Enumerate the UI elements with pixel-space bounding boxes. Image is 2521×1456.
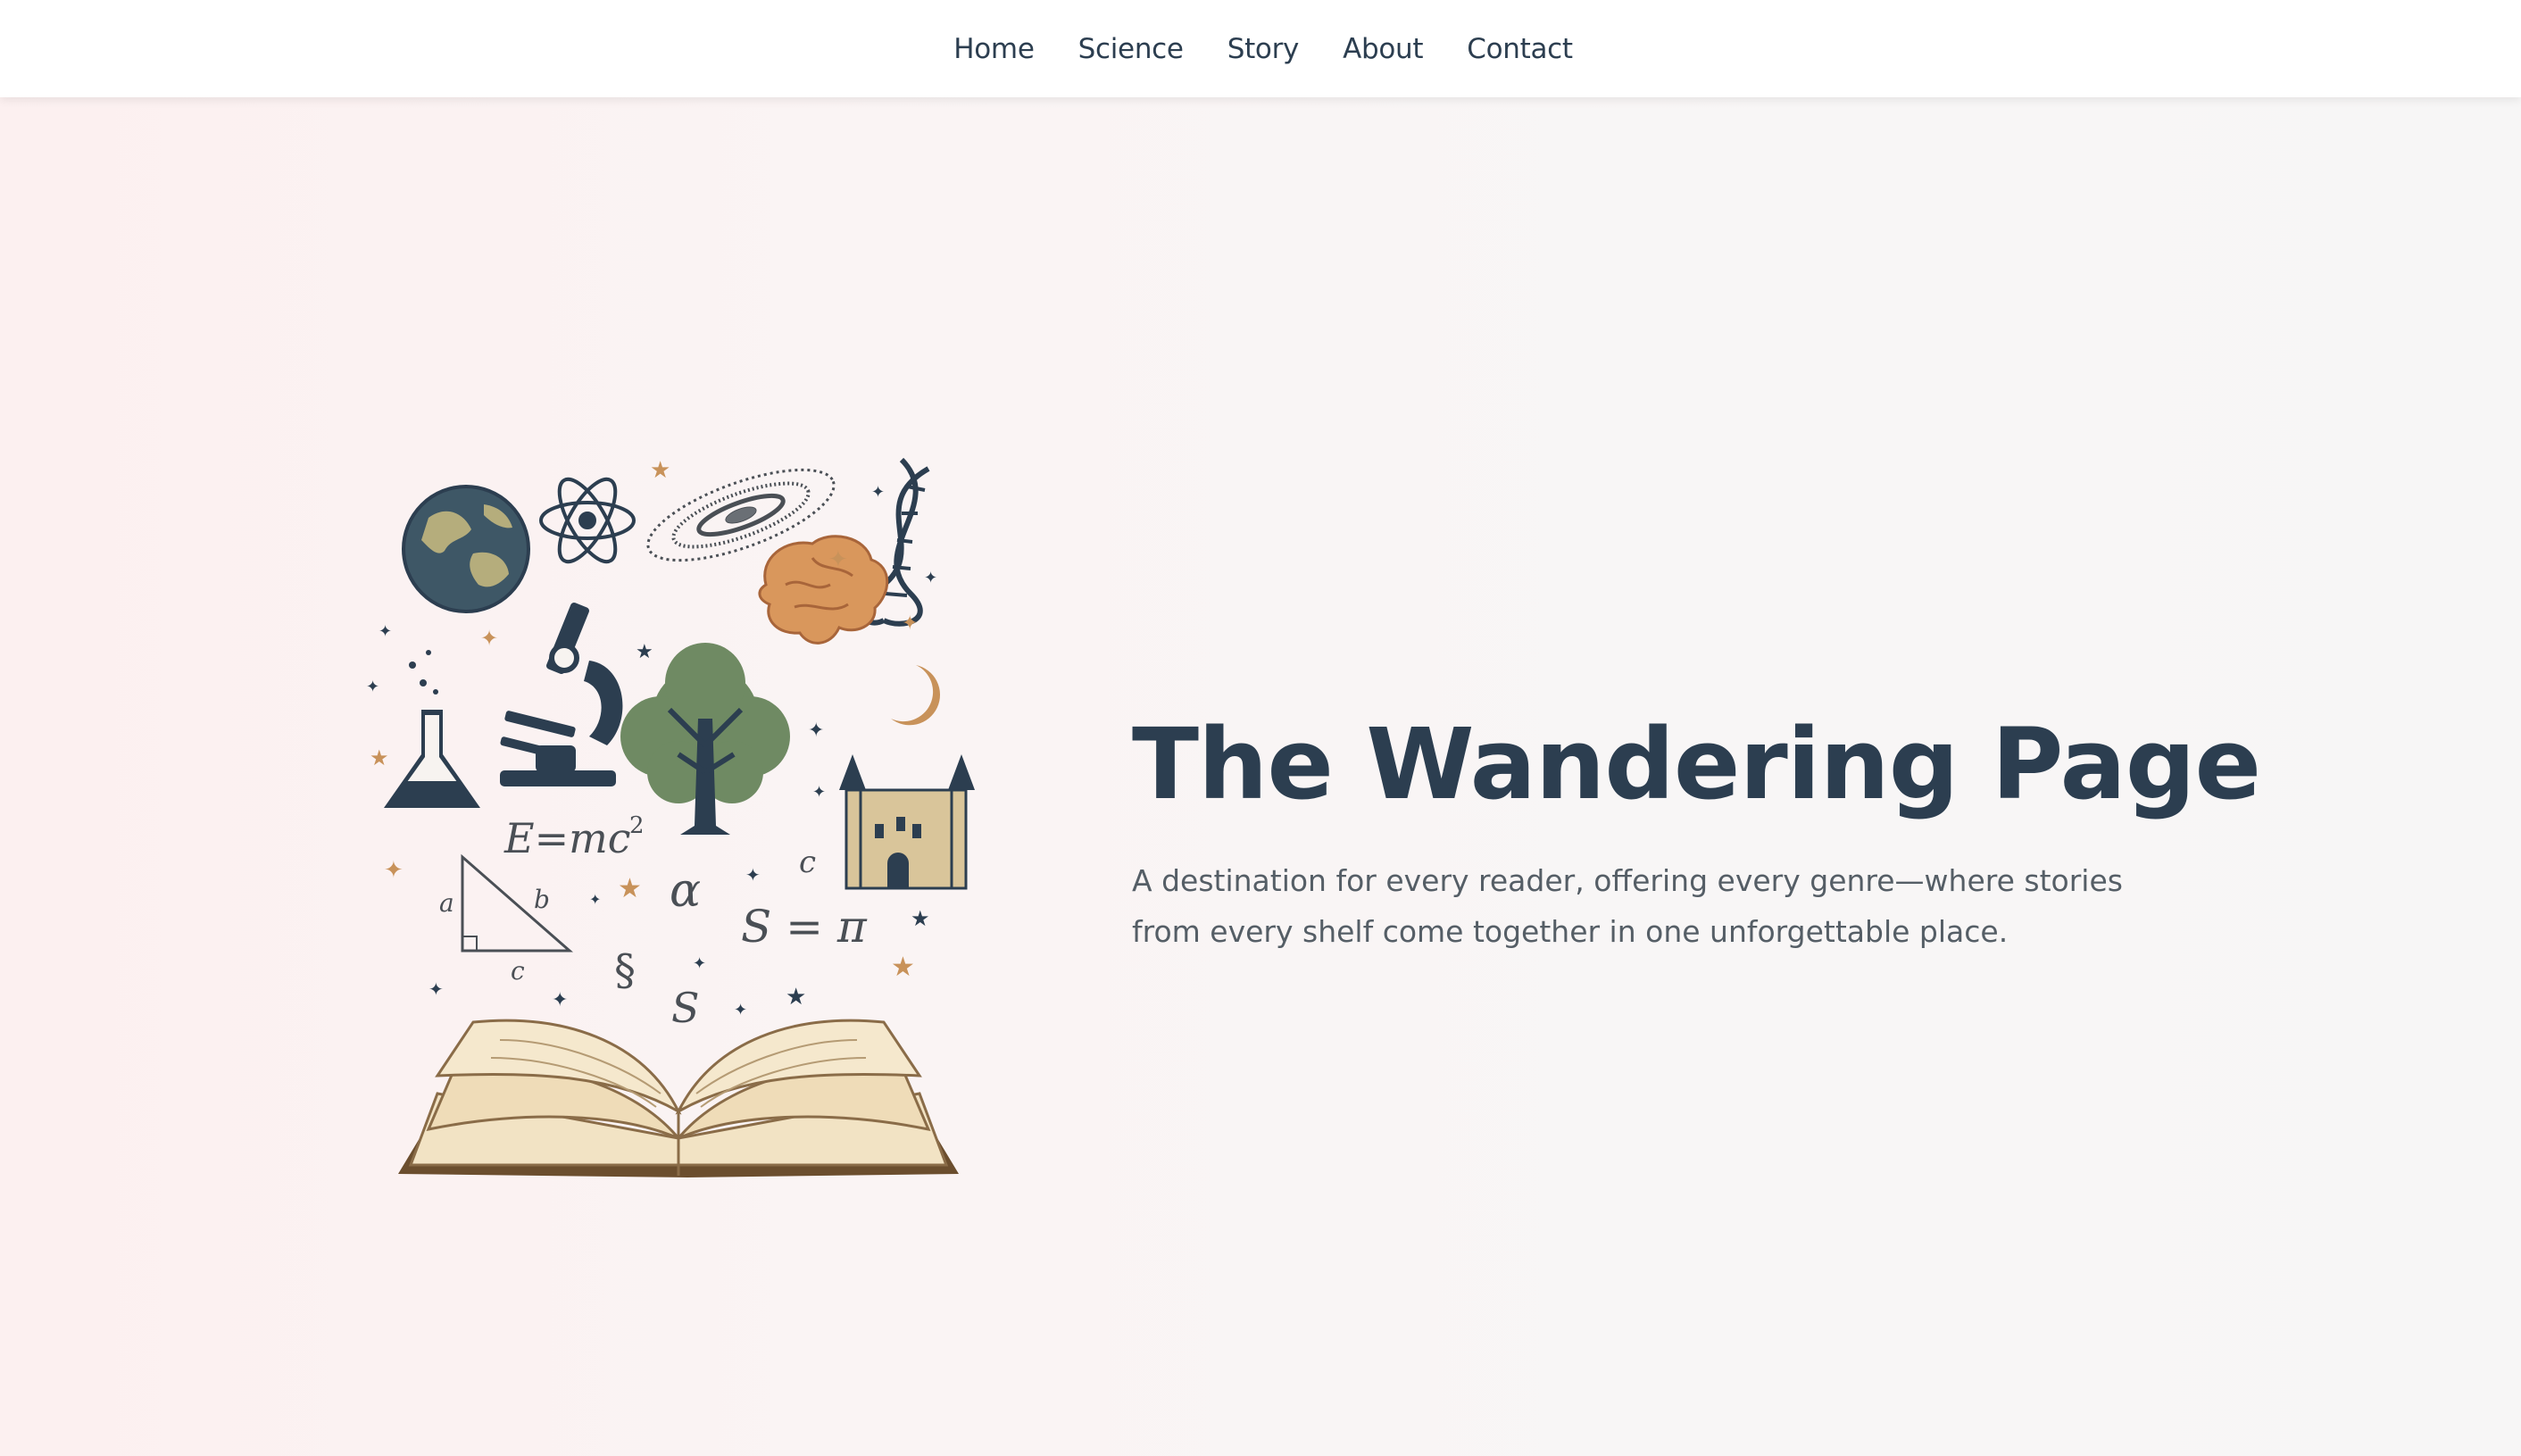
hero-text-block: The Wandering Page A destination for eve… — [1132, 705, 2275, 957]
svg-text:★: ★ — [650, 456, 670, 483]
svg-text:✦: ✦ — [384, 856, 404, 883]
svg-text:✦: ✦ — [480, 627, 498, 651]
triangle-label-b: b — [534, 885, 550, 914]
svg-text:✦: ✦ — [428, 980, 444, 1000]
hero-subtitle: A destination for every reader, offering… — [1132, 863, 2123, 949]
svg-text:★: ★ — [618, 874, 642, 903]
section-symbol: § — [614, 945, 636, 995]
formula-exponent: 2 — [629, 812, 645, 839]
svg-text:✦: ✦ — [828, 545, 848, 572]
svg-text:✦: ✦ — [734, 1001, 747, 1019]
svg-text:✦: ✦ — [808, 719, 824, 741]
tree-icon — [620, 643, 790, 835]
open-book-icon — [398, 1019, 959, 1177]
hero-illustration: E=mc 2 α c S = π § S a b c ★ ✦ ✦ ✦ ★ ✦ ★… — [366, 456, 975, 1177]
nav-about-link[interactable]: About — [1343, 33, 1423, 65]
svg-text:✦: ✦ — [552, 988, 568, 1011]
svg-text:✦: ✦ — [871, 483, 885, 501]
svg-text:✦: ✦ — [924, 569, 937, 587]
atom-icon — [539, 477, 636, 564]
nav-menu: Home Science Story About Contact — [953, 33, 1573, 65]
brain-icon — [758, 535, 889, 645]
svg-text:✦: ✦ — [812, 783, 826, 801]
flask-icon — [384, 650, 480, 808]
top-navbar: Home Science Story About Contact — [0, 0, 2521, 97]
castle-icon — [839, 754, 975, 890]
svg-text:✦: ✦ — [693, 954, 706, 972]
svg-text:★: ★ — [911, 907, 930, 931]
microscope-icon — [500, 602, 623, 786]
triangle-icon: a b c — [439, 853, 573, 986]
svg-text:✦: ✦ — [379, 622, 392, 640]
svg-text:★: ★ — [891, 953, 915, 982]
globe-icon — [402, 485, 530, 613]
svg-text:✦: ✦ — [902, 612, 918, 634]
nav-contact-link[interactable]: Contact — [1467, 33, 1573, 65]
nav-story-link[interactable]: Story — [1227, 33, 1300, 65]
s-symbol: S — [671, 984, 700, 1032]
page-title: The Wandering Page — [1132, 707, 2261, 821]
formula-text: E=mc — [503, 814, 631, 862]
svg-text:✦: ✦ — [366, 678, 379, 695]
svg-text:★: ★ — [636, 640, 653, 662]
triangle-label-a: a — [439, 888, 454, 918]
alpha-symbol: α — [670, 864, 701, 918]
svg-text:✦: ✦ — [589, 893, 601, 908]
svg-text:★: ★ — [370, 746, 389, 770]
nav-home-link[interactable]: Home — [953, 33, 1035, 65]
s-equation: S = π — [741, 901, 868, 953]
nav-science-link[interactable]: Science — [1078, 33, 1184, 65]
triangle-label-c: c — [511, 956, 525, 986]
svg-text:✦: ✦ — [745, 866, 761, 886]
svg-text:★: ★ — [786, 983, 806, 1010]
c-symbol: c — [799, 844, 816, 880]
moon-icon — [891, 665, 941, 726]
